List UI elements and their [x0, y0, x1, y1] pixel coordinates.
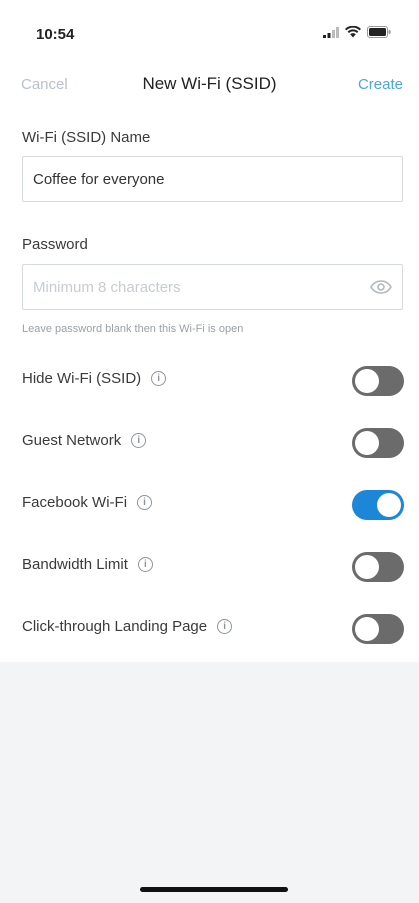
ssid-name-input[interactable]	[33, 170, 392, 188]
landing-page-label: Click-through Landing Page	[22, 618, 208, 635]
signal-icon	[323, 26, 339, 38]
info-icon[interactable]: i	[137, 495, 153, 510]
toggle-knob	[355, 431, 379, 455]
toggle-row-hide-ssid: Hide Wi-Fi (SSID) i	[0, 352, 419, 408]
info-icon[interactable]: i	[151, 371, 167, 386]
facebook-wifi-label: Facebook Wi-Fi	[22, 494, 128, 511]
toggle-label: Bandwidth Limit i	[22, 556, 153, 573]
toggle-label: Guest Network i	[22, 432, 147, 449]
battery-icon	[367, 26, 391, 38]
guest-network-toggle[interactable]	[352, 428, 404, 458]
home-indicator	[140, 887, 288, 892]
toggle-row-facebook-wifi: Facebook Wi-Fi i	[0, 476, 419, 532]
guest-network-label: Guest Network	[22, 432, 122, 449]
toggle-knob	[355, 369, 379, 393]
info-icon[interactable]: i	[131, 433, 147, 448]
page-title: New Wi-Fi (SSID)	[142, 74, 277, 93]
ssid-name-field[interactable]	[22, 156, 403, 202]
toggle-label: Click-through Landing Page i	[22, 618, 233, 635]
bandwidth-limit-label: Bandwidth Limit	[22, 556, 128, 573]
create-button[interactable]: Create	[358, 76, 403, 93]
password-field[interactable]	[22, 264, 403, 310]
toggle-knob	[355, 617, 379, 641]
status-icons	[323, 26, 391, 38]
ssid-name-label: Wi-Fi (SSID) Name	[22, 129, 151, 146]
toggle-row-landing-page: Click-through Landing Page i	[0, 600, 419, 656]
toggle-knob	[377, 493, 401, 517]
toggle-row-bandwidth-limit: Bandwidth Limit i	[0, 538, 419, 594]
landing-page-toggle[interactable]	[352, 614, 404, 644]
password-helper-text: Leave password blank then this Wi-Fi is …	[22, 323, 244, 335]
facebook-wifi-toggle[interactable]	[352, 490, 404, 520]
wifi-icon	[345, 26, 361, 38]
info-icon[interactable]: i	[137, 557, 153, 572]
eye-icon[interactable]	[370, 278, 392, 296]
status-bar: 10:54	[0, 0, 419, 64]
info-icon[interactable]: i	[217, 619, 233, 634]
nav-bar: Cancel New Wi-Fi (SSID) Create	[0, 64, 419, 108]
empty-background	[0, 662, 419, 903]
password-label: Password	[22, 236, 88, 253]
status-time: 10:54	[36, 26, 75, 43]
toggle-row-guest-network: Guest Network i	[0, 414, 419, 470]
toggle-label: Facebook Wi-Fi i	[22, 494, 153, 511]
bandwidth-limit-toggle[interactable]	[352, 552, 404, 582]
toggle-knob	[355, 555, 379, 579]
hide-ssid-label: Hide Wi-Fi (SSID)	[22, 370, 142, 387]
hide-ssid-toggle[interactable]	[352, 366, 404, 396]
toggle-label: Hide Wi-Fi (SSID) i	[22, 370, 167, 387]
password-input[interactable]	[33, 278, 392, 296]
